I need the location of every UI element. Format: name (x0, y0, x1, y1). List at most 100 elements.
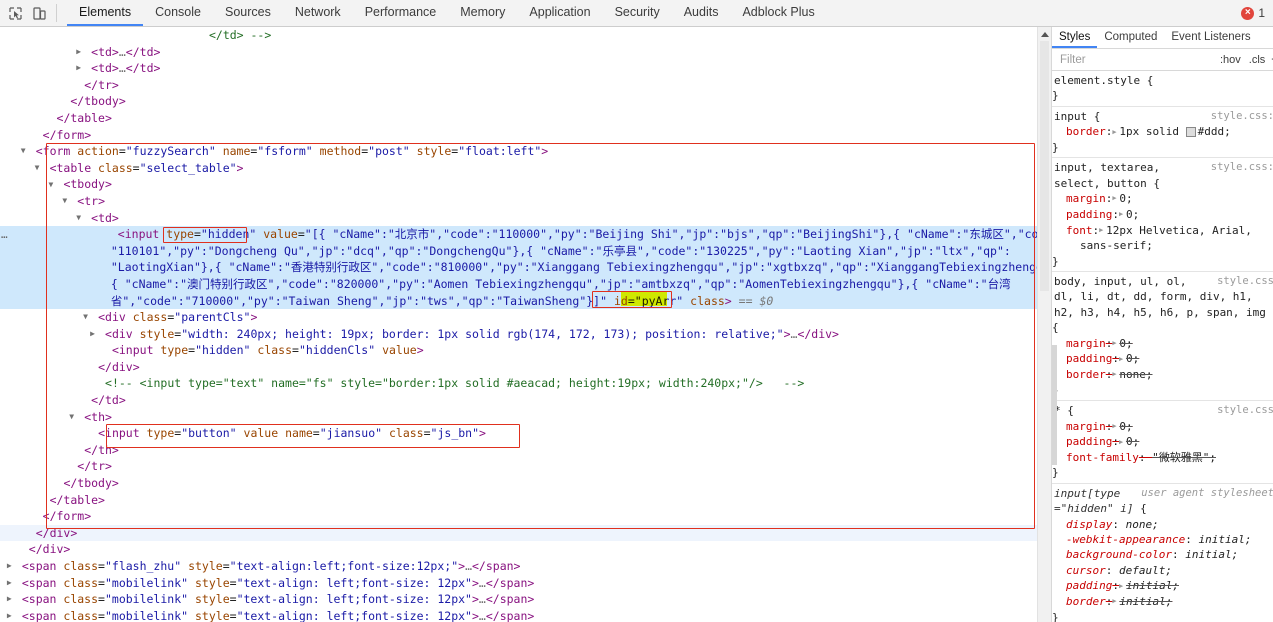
style-property-value[interactable]: none; (1119, 368, 1152, 381)
style-rule-selector[interactable]: input[type user agent stylesheet (1052, 486, 1273, 501)
style-rule-selector[interactable]: input {style.css: (1052, 109, 1273, 124)
dom-tree[interactable]: </td> --> <td>…</td> <td>…</td> </tr> </… (0, 27, 1037, 622)
expand-arrow-icon[interactable] (1119, 352, 1126, 367)
styles-filter-input[interactable] (1058, 50, 1216, 69)
dom-tree-line[interactable]: </tr> (0, 77, 1037, 94)
style-property-value[interactable]: 0; (1119, 420, 1132, 433)
style-declaration[interactable]: margin:0; (1052, 336, 1273, 352)
dom-tree-line[interactable]: </div> (0, 524, 1037, 542)
style-property-name[interactable]: font (1052, 223, 1093, 238)
style-property-name[interactable]: border (1052, 594, 1106, 609)
style-rule-selector[interactable]: * {style.css (1052, 403, 1273, 418)
tab-network[interactable]: Network (283, 0, 353, 26)
style-declaration[interactable]: display: none; (1052, 517, 1273, 532)
style-rule-origin[interactable]: style.css (1217, 403, 1273, 418)
dom-tree-line[interactable]: <!-- <input type="text" name="fs" style=… (0, 375, 1037, 392)
style-property-name[interactable]: font-family (1052, 450, 1139, 465)
style-declaration[interactable]: font:12px Helvetica, Arial, (1052, 223, 1273, 239)
style-declaration[interactable]: margin:0; (1052, 419, 1273, 435)
style-rule-origin[interactable]: style.css: (1211, 109, 1273, 124)
style-property-name[interactable]: margin (1052, 336, 1106, 351)
style-property-name[interactable]: cursor (1052, 563, 1106, 578)
style-property-value[interactable]: initial; (1126, 579, 1179, 592)
styles-tab-computed[interactable]: Computed (1097, 27, 1164, 48)
style-property-value[interactable]: 0; (1119, 192, 1132, 205)
style-property-name[interactable]: padding (1052, 207, 1112, 222)
dom-tree-line[interactable]: </td> --> (0, 27, 1037, 44)
styles-scrollbar[interactable] (1052, 27, 1057, 622)
dom-tree-line[interactable]: </tr> (0, 458, 1037, 475)
tab-security[interactable]: Security (603, 0, 672, 26)
style-declaration[interactable]: background-color: initial; (1052, 547, 1273, 562)
dom-tree-line[interactable]: </div> (0, 541, 1037, 558)
style-rule[interactable]: input[type user agent stylesheet ="hidden… (1052, 484, 1273, 622)
style-declaration[interactable]: font-family: "微软雅黑"; (1052, 450, 1273, 465)
expand-arrow-icon[interactable] (1119, 579, 1126, 594)
dom-tree-line[interactable]: </th> (0, 442, 1037, 459)
dom-tree-line[interactable]: <div style="width: 240px; height: 19px; … (0, 326, 1037, 343)
dom-tree-line[interactable]: </form> (0, 508, 1037, 525)
style-property-value[interactable]: 0; (1126, 435, 1139, 448)
styles-pane[interactable]: StylesComputedEvent Listeners :hov .cls … (1051, 27, 1273, 622)
device-toolbar-icon[interactable] (30, 4, 48, 22)
dom-tree-line[interactable]: <td>…</td> (0, 44, 1037, 61)
style-rule-selector[interactable]: body, input, ul, ol, style.css (1052, 274, 1273, 289)
scrollbar-thumb[interactable] (1040, 41, 1049, 291)
style-property-value[interactable]: 0; (1126, 208, 1139, 221)
dom-tree-line[interactable]: <tr> (0, 193, 1037, 210)
inspect-element-icon[interactable] (6, 4, 24, 22)
tab-elements[interactable]: Elements (67, 0, 144, 26)
style-property-name[interactable]: padding (1052, 434, 1112, 449)
style-property-value[interactable]: 0; (1119, 337, 1132, 350)
tab-memory[interactable]: Memory (448, 0, 517, 26)
chevron-down-icon[interactable] (83, 309, 91, 326)
chevron-right-icon[interactable] (7, 558, 15, 575)
scroll-up-arrow-icon[interactable] (1039, 30, 1050, 39)
styles-tab-styles[interactable]: Styles (1052, 27, 1098, 48)
dom-tree-line[interactable]: <th> (0, 409, 1037, 426)
dom-tree-line[interactable]: <form action="fuzzySearch" name="fsform"… (0, 143, 1037, 160)
style-rule[interactable]: * {style.cssmargin:0;padding:0;font-fami… (1052, 401, 1273, 484)
dom-tree-line[interactable]: <div class="parentCls"> (0, 309, 1037, 326)
error-count[interactable]: 1 (1258, 6, 1265, 20)
dom-tree-line[interactable]: <input type="button" value name="jiansuo… (0, 425, 1037, 442)
style-property-value[interactable]: initial; (1119, 595, 1172, 608)
tab-performance[interactable]: Performance (353, 0, 449, 26)
chevron-right-icon[interactable] (7, 591, 15, 608)
style-property-name[interactable]: padding (1052, 351, 1112, 366)
chevron-right-icon[interactable] (90, 326, 98, 343)
hov-button[interactable]: :hov (1216, 54, 1245, 66)
style-declaration[interactable]: padding:0; (1052, 207, 1273, 223)
chevron-down-icon[interactable] (21, 143, 29, 160)
style-property-name[interactable]: -webkit-appearance (1052, 532, 1185, 547)
expand-arrow-icon[interactable] (1119, 435, 1126, 450)
style-declaration[interactable]: margin:0; (1052, 191, 1273, 207)
style-property-value[interactable]: "微软雅黑"; (1152, 451, 1216, 464)
dom-tree-line[interactable]: </div> (0, 359, 1037, 376)
dom-tree-line[interactable]: <span class="mobilelink" style="text-ali… (0, 575, 1037, 592)
dom-tree-line[interactable]: <table class="select_table"> (0, 160, 1037, 177)
style-property-name[interactable]: margin (1052, 419, 1106, 434)
style-rule[interactable]: body, input, ul, ol, style.css dl, li, dt… (1052, 272, 1273, 402)
tab-application[interactable]: Application (517, 0, 602, 26)
style-declaration[interactable]: border:1px solid #ddd; (1052, 124, 1273, 140)
style-rule-selector[interactable]: element.style { (1052, 73, 1273, 88)
expand-arrow-icon[interactable] (1119, 207, 1126, 222)
style-property-name[interactable]: background-color (1052, 547, 1172, 562)
dom-tree-line[interactable]: <span class="flash_zhu" style="text-alig… (0, 558, 1037, 575)
styles-rule-list[interactable]: element.style {} input {style.css: border:… (1052, 71, 1273, 622)
style-declaration[interactable]: padding:initial; (1052, 578, 1273, 594)
tab-console[interactable]: Console (143, 0, 213, 26)
cls-button[interactable]: .cls (1245, 54, 1270, 66)
style-rule-origin[interactable]: user agent stylesheet (1141, 486, 1273, 501)
dom-tree-line[interactable]: </form> (0, 127, 1037, 144)
style-declaration[interactable]: -webkit-appearance: initial; (1052, 532, 1273, 547)
style-property-value[interactable]: 0; (1126, 352, 1139, 365)
dom-tree-line[interactable]: </table> (0, 110, 1037, 127)
style-property-value[interactable]: 1px solid (1119, 125, 1185, 138)
color-swatch[interactable] (1185, 127, 1196, 138)
style-property-name[interactable]: border (1052, 367, 1106, 382)
dom-tree-line[interactable]: <span class="mobilelink" style="text-ali… (0, 591, 1037, 608)
style-property-name[interactable]: display (1052, 517, 1112, 532)
tab-sources[interactable]: Sources (213, 0, 283, 26)
